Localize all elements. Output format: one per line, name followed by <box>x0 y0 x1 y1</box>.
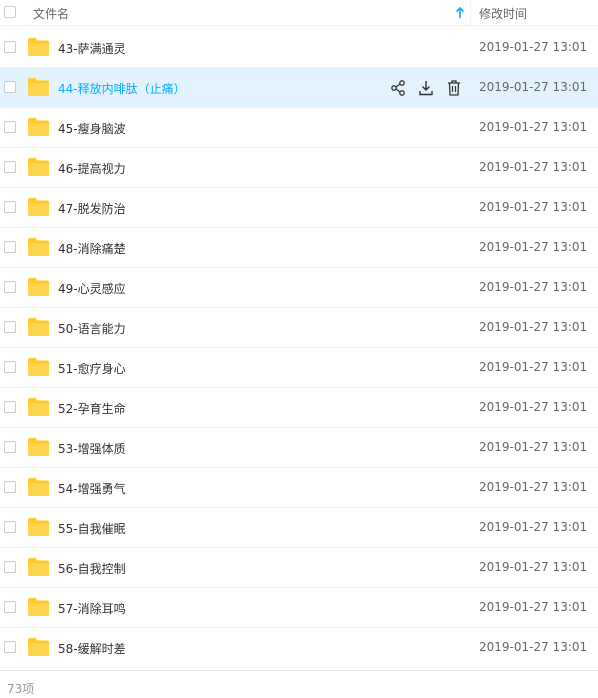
modified-time: 2019-01-27 13:01 <box>479 440 588 454</box>
folder-icon <box>28 118 49 136</box>
modified-time: 2019-01-27 13:01 <box>479 120 588 134</box>
file-name-link[interactable]: 47-脱发防治 <box>58 200 126 217</box>
row-checkbox[interactable] <box>4 161 16 173</box>
modified-time: 2019-01-27 13:01 <box>479 280 588 294</box>
row-checkbox[interactable] <box>4 201 16 213</box>
table-row[interactable]: 48-消除痛楚 2019-01-27 13:01 <box>0 228 598 268</box>
row-checkbox[interactable] <box>4 441 16 453</box>
row-checkbox[interactable] <box>4 281 16 293</box>
row-checkbox[interactable] <box>4 321 16 333</box>
folder-icon <box>28 278 49 296</box>
table-row[interactable]: 46-提高视力 2019-01-27 13:01 <box>0 148 598 188</box>
table-row[interactable]: 52-孕育生命 2019-01-27 13:01 <box>0 388 598 428</box>
file-name-link[interactable]: 56-自我控制 <box>58 560 126 577</box>
table-row[interactable]: 56-自我控制 2019-01-27 13:01 <box>0 548 598 588</box>
row-checkbox[interactable] <box>4 81 16 93</box>
file-name-link[interactable]: 44-释放内啡肽（止痛） <box>58 80 186 97</box>
modified-time: 2019-01-27 13:01 <box>479 240 588 254</box>
folder-icon <box>28 238 49 256</box>
arrow-up-icon[interactable] <box>454 6 466 20</box>
modified-time: 2019-01-27 13:01 <box>479 400 588 414</box>
folder-icon <box>28 638 49 656</box>
folder-icon <box>28 438 49 456</box>
folder-icon <box>28 78 49 96</box>
row-checkbox[interactable] <box>4 401 16 413</box>
modified-time: 2019-01-27 13:01 <box>479 520 588 534</box>
folder-icon <box>28 398 49 416</box>
table-row[interactable]: 58-缓解时差 2019-01-27 13:01 <box>0 628 598 668</box>
file-name-link[interactable]: 46-提高视力 <box>58 160 126 177</box>
modified-time: 2019-01-27 13:01 <box>479 200 588 214</box>
delete-icon[interactable] <box>446 79 462 97</box>
file-name-link[interactable]: 55-自我催眠 <box>58 520 126 537</box>
folder-icon <box>28 478 49 496</box>
file-name-link[interactable]: 50-语言能力 <box>58 320 126 337</box>
table-row[interactable]: 49-心灵感应 2019-01-27 13:01 <box>0 268 598 308</box>
modified-time: 2019-01-27 13:01 <box>479 640 588 654</box>
share-icon[interactable] <box>390 79 406 97</box>
folder-icon <box>28 318 49 336</box>
column-header-modified-time[interactable]: 修改时间 <box>479 5 527 22</box>
table-row[interactable]: 45-瘦身脑波 2019-01-27 13:01 <box>0 108 598 148</box>
row-checkbox[interactable] <box>4 521 16 533</box>
table-row[interactable]: 43-萨满通灵 2019-01-27 13:01 <box>0 28 598 68</box>
row-actions <box>390 79 466 97</box>
file-name-link[interactable]: 57-消除耳鸣 <box>58 600 126 617</box>
column-divider <box>470 0 471 26</box>
table-row[interactable]: 47-脱发防治 2019-01-27 13:01 <box>0 188 598 228</box>
folder-icon <box>28 158 49 176</box>
file-name-link[interactable]: 51-愈疗身心 <box>58 360 126 377</box>
modified-time: 2019-01-27 13:01 <box>479 160 588 174</box>
file-name-link[interactable]: 49-心灵感应 <box>58 280 126 297</box>
row-checkbox[interactable] <box>4 41 16 53</box>
row-checkbox[interactable] <box>4 561 16 573</box>
file-list: 43-萨满通灵 2019-01-27 13:01 44-释放内啡肽（止痛） 2019-… <box>0 28 598 668</box>
file-list-header: 文件名 修改时间 <box>0 0 598 26</box>
table-row[interactable]: 53-增强体质 2019-01-27 13:01 <box>0 428 598 468</box>
table-row[interactable]: 54-增强勇气 2019-01-27 13:01 <box>0 468 598 508</box>
row-checkbox[interactable] <box>4 641 16 653</box>
folder-icon <box>28 38 49 56</box>
file-name-link[interactable]: 54-增强勇气 <box>58 480 126 497</box>
file-list-footer: 73项 <box>0 670 598 698</box>
file-name-link[interactable]: 58-缓解时差 <box>58 640 126 657</box>
row-checkbox[interactable] <box>4 481 16 493</box>
file-name-link[interactable]: 43-萨满通灵 <box>58 40 126 57</box>
table-row[interactable]: 44-释放内啡肽（止痛） 2019-01-27 13:01 <box>0 68 598 108</box>
file-name-link[interactable]: 45-瘦身脑波 <box>58 120 126 137</box>
table-row[interactable]: 50-语言能力 2019-01-27 13:01 <box>0 308 598 348</box>
row-checkbox[interactable] <box>4 601 16 613</box>
modified-time: 2019-01-27 13:01 <box>479 320 588 334</box>
modified-time: 2019-01-27 13:01 <box>479 360 588 374</box>
row-checkbox[interactable] <box>4 121 16 133</box>
file-name-link[interactable]: 52-孕育生命 <box>58 400 126 417</box>
folder-icon <box>28 518 49 536</box>
download-icon[interactable] <box>418 79 434 97</box>
folder-icon <box>28 198 49 216</box>
column-header-filename[interactable]: 文件名 <box>33 5 69 22</box>
modified-time: 2019-01-27 13:01 <box>479 560 588 574</box>
folder-icon <box>28 558 49 576</box>
table-row[interactable]: 57-消除耳鸣 2019-01-27 13:01 <box>0 588 598 628</box>
table-row[interactable]: 51-愈疗身心 2019-01-27 13:01 <box>0 348 598 388</box>
modified-time: 2019-01-27 13:01 <box>479 480 588 494</box>
file-name-link[interactable]: 48-消除痛楚 <box>58 240 126 257</box>
folder-icon <box>28 598 49 616</box>
modified-time: 2019-01-27 13:01 <box>479 80 588 94</box>
modified-time: 2019-01-27 13:01 <box>479 40 588 54</box>
item-count: 73项 <box>7 682 35 696</box>
folder-icon <box>28 358 49 376</box>
row-checkbox[interactable] <box>4 361 16 373</box>
row-checkbox[interactable] <box>4 241 16 253</box>
select-all-checkbox[interactable] <box>4 6 16 18</box>
table-row[interactable]: 55-自我催眠 2019-01-27 13:01 <box>0 508 598 548</box>
modified-time: 2019-01-27 13:01 <box>479 600 588 614</box>
file-name-link[interactable]: 53-增强体质 <box>58 440 126 457</box>
